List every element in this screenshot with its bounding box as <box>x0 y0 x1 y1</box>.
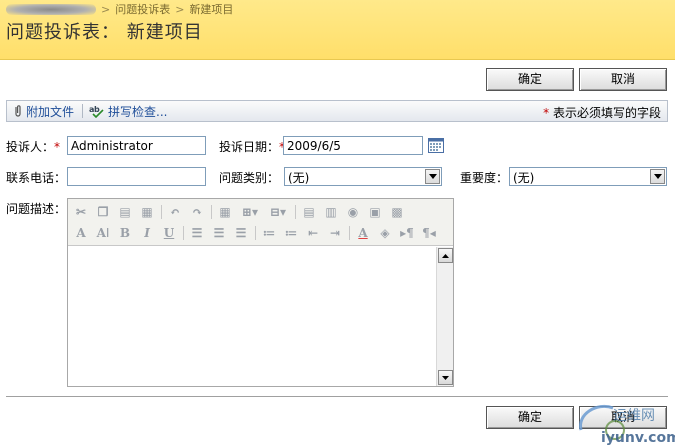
breadcrumb-item-current: 新建项目 <box>189 3 234 16</box>
cancel-button-top[interactable]: 取消 <box>579 68 667 91</box>
redo-icon[interactable]: ↷ <box>188 203 206 221</box>
rte-separator <box>161 204 162 219</box>
page-title: 问题投诉表： 新建项目 <box>6 22 203 43</box>
attach-file-label: 附加文件 <box>26 104 75 119</box>
toolbar-separator <box>82 104 84 118</box>
copy-icon[interactable]: ❐ <box>94 203 112 221</box>
breadcrumb-blurred-site[interactable] <box>6 3 96 15</box>
rte-separator <box>295 204 296 219</box>
align-right-icon[interactable]: ☰ <box>232 224 250 242</box>
cut-icon[interactable]: ✂ <box>72 203 90 221</box>
breadcrumb-item-list[interactable]: 问题投诉表 <box>115 1 170 17</box>
font-icon[interactable]: A <box>72 224 90 242</box>
required-star: * <box>543 106 550 120</box>
rte-separator <box>349 225 350 240</box>
breadcrumb-separator: > <box>101 2 111 16</box>
form-toolbar: 附加文件 a b 拼写检查... * 表示必须填写的字段 <box>6 100 668 122</box>
paste-icon[interactable]: ▤ <box>116 203 134 221</box>
rte-separator <box>183 225 184 240</box>
highlight-color-icon[interactable]: ◈ <box>376 224 394 242</box>
align-left-icon[interactable]: ☰ <box>188 224 206 242</box>
editor-scrollbar[interactable] <box>436 247 453 386</box>
underline-icon[interactable]: U <box>160 224 178 242</box>
date-label-text: 投诉日期： <box>219 140 280 154</box>
dropdown-arrow-icon[interactable] <box>425 169 440 184</box>
watermark-logo: 运维网 iyunv.com <box>575 400 675 445</box>
ok-button-bottom[interactable]: 确定 <box>486 406 574 429</box>
complainant-input[interactable] <box>67 136 206 155</box>
phone-label: 联系电话： <box>6 171 67 185</box>
spellcheck-link[interactable]: a b 拼写检查... <box>89 103 167 120</box>
font-size-icon[interactable]: Aǀ <box>94 224 112 242</box>
dropdown-arrow-icon[interactable] <box>650 169 665 184</box>
description-editor-area[interactable] <box>68 247 436 386</box>
right-to-left-icon[interactable]: ¶◂ <box>420 224 438 242</box>
paste-format-icon[interactable]: ▦ <box>138 203 156 221</box>
form-divider <box>6 396 668 397</box>
insert-table-icon[interactable]: ▦ <box>216 203 234 221</box>
decrease-indent-icon[interactable]: ⇤ <box>304 224 322 242</box>
complainant-label: 投诉人：* <box>6 138 60 155</box>
importance-selected-value: (无) <box>513 171 535 185</box>
italic-icon[interactable]: I <box>138 224 156 242</box>
bold-icon[interactable]: B <box>116 224 134 242</box>
ok-button-top[interactable]: 确定 <box>486 68 574 91</box>
required-note-text: 表示必须填写的字段 <box>552 106 661 120</box>
text-color-icon[interactable]: A <box>354 224 372 242</box>
bullet-list-icon[interactable]: ≔ <box>282 224 300 242</box>
category-selected-value: (无) <box>288 171 310 185</box>
left-to-right-icon[interactable]: ▸¶ <box>398 224 416 242</box>
undo-icon[interactable]: ↶ <box>166 203 184 221</box>
align-center-icon[interactable]: ☰ <box>210 224 228 242</box>
rte-separator <box>211 204 212 219</box>
html-source-icon[interactable]: ▩ <box>388 203 406 221</box>
insert-row-icon[interactable]: ▤ <box>300 203 318 221</box>
complainant-label-text: 投诉人： <box>6 140 55 154</box>
paperclip-icon <box>15 105 21 117</box>
spellcheck-label: 拼写检查... <box>108 104 168 119</box>
table-edit-dropdown-icon[interactable]: ⊟▾ <box>266 203 290 221</box>
required-star: * <box>54 140 61 154</box>
category-label: 问题类别： <box>219 171 280 185</box>
rte-separator <box>255 225 256 240</box>
importance-label: 重要度： <box>460 171 509 185</box>
increase-indent-icon[interactable]: ⇥ <box>326 224 344 242</box>
rte-toolbar-row-1: ✂ ❐ ▤ ▦ ↶ ↷ ▦ ⊞▾ ⊟▾ ▤ ▥ ◉ ▣ ▩ <box>72 201 449 222</box>
date-input[interactable] <box>283 136 423 155</box>
calendar-icon[interactable] <box>428 137 444 153</box>
watermark-url: iyunv.com <box>601 430 675 445</box>
attach-file-link[interactable]: 附加文件 <box>13 103 74 120</box>
phone-input[interactable] <box>67 167 206 186</box>
importance-select[interactable]: (无) <box>509 167 667 186</box>
rte-toolbar-row-2: A Aǀ B I U ☰ ☰ ☰ ≔ ≔ ⇤ ⇥ A ◈ ▸¶ ¶◂ <box>72 222 449 243</box>
scroll-up-icon[interactable] <box>438 248 453 263</box>
description-label: 问题描述： <box>6 202 67 216</box>
page-header: > 问题投诉表 > 新建项目 问题投诉表： 新建项目 <box>0 0 675 60</box>
rich-text-editor: ✂ ❐ ▤ ▦ ↶ ↷ ▦ ⊞▾ ⊟▾ ▤ ▥ ◉ ▣ ▩ A Aǀ B I U… <box>67 198 454 387</box>
category-select[interactable]: (无) <box>284 167 442 186</box>
numbered-list-icon[interactable]: ≔ <box>260 224 278 242</box>
rte-toolbar: ✂ ❐ ▤ ▦ ↶ ↷ ▦ ⊞▾ ⊟▾ ▤ ▥ ◉ ▣ ▩ A Aǀ B I U… <box>68 199 453 246</box>
table-dropdown-icon[interactable]: ⊞▾ <box>238 203 262 221</box>
breadcrumb: > 问题投诉表 > 新建项目 <box>6 2 233 16</box>
date-label: 投诉日期：* <box>219 138 285 155</box>
breadcrumb-separator: > <box>175 2 185 16</box>
spellcheck-icon: a b <box>89 105 104 118</box>
insert-image-icon[interactable]: ▣ <box>366 203 384 221</box>
scroll-down-icon[interactable] <box>438 370 453 385</box>
hyperlink-icon[interactable]: ◉ <box>344 203 362 221</box>
watermark-cn: 运维网 <box>613 408 655 424</box>
svg-text:b: b <box>94 105 100 114</box>
required-fields-note: * 表示必须填写的字段 <box>543 104 661 121</box>
insert-column-icon[interactable]: ▥ <box>322 203 340 221</box>
